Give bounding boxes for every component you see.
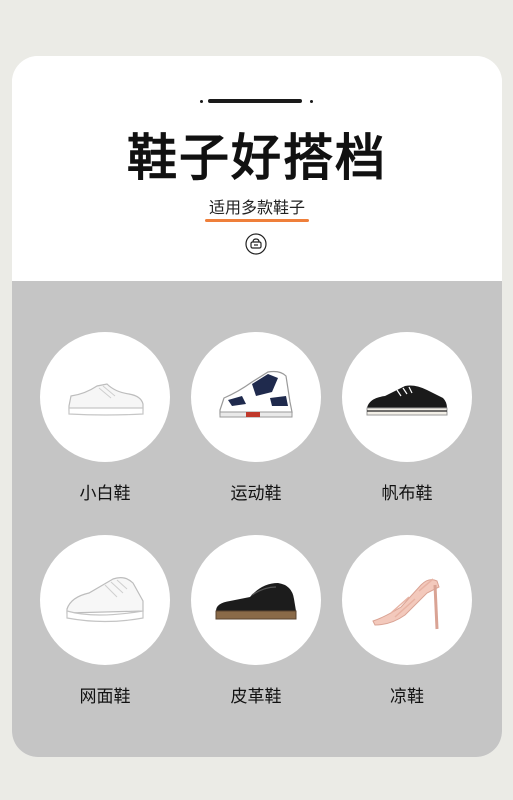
decor-dot-right [310, 100, 313, 103]
subtitle-wrap: 适用多款鞋子 [12, 194, 502, 222]
shoe-circle [342, 332, 472, 462]
shoe-label: 帆布鞋 [381, 484, 433, 504]
shoe-item-sports-shoe: 运动鞋 [181, 332, 331, 504]
high-heel-sandal-icon [372, 578, 440, 630]
shoe-circle [342, 535, 472, 665]
shoe-grid: 小白鞋 运动鞋 帆布鞋 网面鞋 皮革鞋 凉鞋 [12, 281, 502, 757]
canvas-shoe-icon [366, 385, 448, 416]
hanger-icon [245, 233, 267, 255]
mesh-running-shoe-icon [66, 577, 144, 623]
shoe-item-canvas-shoe: 帆布鞋 [332, 332, 482, 504]
leather-shoe-icon [215, 583, 297, 620]
shoe-label: 小白鞋 [79, 484, 131, 504]
shoe-label: 凉鞋 [390, 687, 424, 707]
decor-dot-left [200, 100, 203, 103]
shoe-circle [191, 332, 321, 462]
shoe-item-leather-shoe: 皮革鞋 [181, 535, 331, 707]
page-title: 鞋子好搭档 [127, 129, 387, 187]
feature-card: 鞋子好搭档 适用多款鞋子 小白鞋 运动鞋 帆布鞋 网面鞋 皮革鞋 凉鞋 [12, 56, 502, 757]
shoe-item-white-sneaker: 小白鞋 [30, 332, 180, 504]
shoe-circle [191, 535, 321, 665]
header-section: 鞋子好搭档 适用多款鞋子 [12, 56, 502, 281]
shoe-circle [40, 332, 170, 462]
shoe-label: 皮革鞋 [230, 687, 282, 707]
shoe-circle [40, 535, 170, 665]
shoe-item-sandal: 凉鞋 [332, 535, 482, 707]
shoe-label: 网面鞋 [79, 687, 131, 707]
shoe-label: 运动鞋 [230, 484, 282, 504]
page-subtitle: 适用多款鞋子 [204, 194, 310, 222]
basketball-shoe-icon [219, 370, 293, 418]
shoe-item-mesh-shoe: 网面鞋 [30, 535, 180, 707]
white-sneaker-icon [68, 383, 144, 416]
decor-line [208, 99, 302, 103]
